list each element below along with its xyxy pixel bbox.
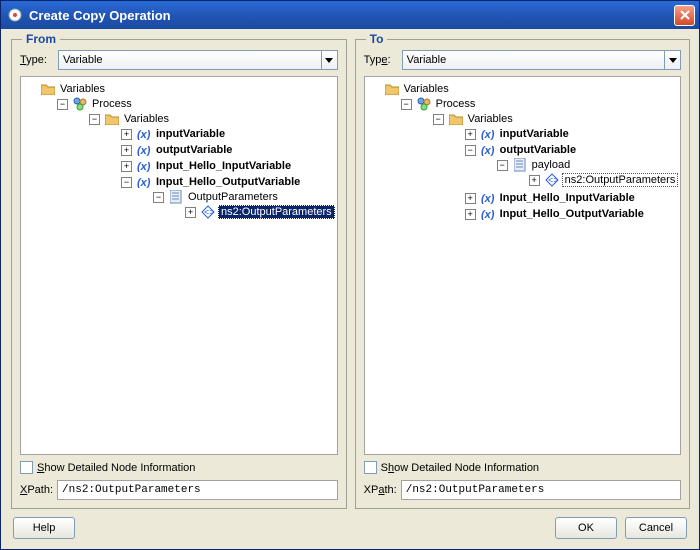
part-icon [168, 190, 184, 204]
svg-text:(x): (x) [137, 129, 151, 140]
close-button[interactable] [674, 5, 695, 26]
tree-node-process[interactable]: − Process − Variables [57, 96, 335, 224]
svg-text:<>: <> [204, 207, 215, 217]
from-panel: From Type: Variable Variabl [11, 39, 347, 509]
expand-toggle[interactable]: + [121, 129, 132, 140]
cancel-button[interactable]: Cancel [625, 517, 687, 539]
collapse-toggle[interactable]: − [401, 99, 412, 110]
tree-node-ns2-to[interactable]: + <> ns2:OutputParameters [529, 172, 679, 188]
variable-icon: (x) [480, 191, 496, 205]
expand-toggle[interactable]: + [465, 193, 476, 204]
dialog-window: Create Copy Operation From Type: Variabl… [0, 0, 700, 550]
tree-node-outputvariable[interactable]: + (x) outputVariable [121, 142, 335, 158]
from-show-detail-label: Show Detailed Node Information [37, 462, 195, 474]
to-show-detail-label: Show Detailed Node Information [381, 462, 539, 474]
from-tree[interactable]: Variables − Process − [20, 76, 338, 455]
folder-icon [448, 112, 464, 126]
to-show-detail-checkbox[interactable] [364, 461, 377, 474]
element-icon: <> [200, 205, 216, 219]
no-toggle [369, 84, 380, 95]
expand-toggle[interactable]: + [465, 129, 476, 140]
expand-toggle[interactable]: + [185, 207, 196, 218]
collapse-toggle[interactable]: − [465, 145, 476, 156]
tree-node-outhello[interactable]: − (x) Input_Hello_OutputVariable − [121, 174, 335, 222]
title-bar[interactable]: Create Copy Operation [1, 1, 699, 29]
to-title: To [366, 32, 388, 46]
app-icon [7, 7, 23, 23]
tree-node-inputvariable[interactable]: + (x) inputVariable [465, 126, 679, 142]
folder-icon [40, 82, 56, 96]
tree-node-variables-inner[interactable]: − Variables + (x) [433, 111, 679, 223]
from-type-select[interactable]: Variable [58, 50, 338, 70]
tree-node-outhello[interactable]: + (x) Input_Hello_OutputVariable [465, 206, 679, 222]
expand-toggle[interactable]: + [529, 175, 540, 186]
from-type-value: Variable [63, 54, 103, 66]
variable-icon: (x) [136, 143, 152, 157]
tree-node-variables-root[interactable]: Variables − Process − [369, 81, 679, 225]
to-panel: To Type: Variable Variables [355, 39, 691, 509]
to-type-select[interactable]: Variable [402, 50, 682, 70]
no-toggle [25, 84, 36, 95]
tree-node-ns2-from[interactable]: + <> ns2:OutputParameters [185, 204, 335, 220]
collapse-toggle[interactable]: − [57, 99, 68, 110]
svg-text:(x): (x) [137, 177, 151, 188]
collapse-toggle[interactable]: − [497, 160, 508, 171]
svg-text:<>: <> [548, 175, 559, 185]
from-xpath-label: XPath: [20, 484, 53, 496]
tree-node-inhello[interactable]: + (x) Input_Hello_InputVariable [121, 158, 335, 174]
dropdown-arrow-icon [321, 51, 337, 69]
dropdown-arrow-icon [664, 51, 680, 69]
tree-node-variables-inner[interactable]: − Variables + (x) [89, 111, 335, 223]
window-title: Create Copy Operation [29, 8, 171, 23]
from-xpath-input[interactable]: /ns2:OutputParameters [57, 480, 338, 500]
variable-icon: (x) [136, 159, 152, 173]
to-tree[interactable]: Variables − Process − [364, 76, 682, 455]
tree-node-process[interactable]: − Process − Variables [401, 96, 679, 224]
variable-icon: (x) [480, 127, 496, 141]
variable-icon: (x) [480, 207, 496, 221]
to-xpath-label: XPath: [364, 484, 397, 496]
svg-text:(x): (x) [137, 145, 151, 156]
to-xpath-input[interactable]: /ns2:OutputParameters [401, 480, 682, 500]
process-icon [416, 97, 432, 111]
folder-icon [104, 112, 120, 126]
help-button[interactable]: Help [13, 517, 75, 539]
element-icon: <> [544, 173, 560, 187]
tree-node-outputparameters[interactable]: − OutputParameters + [153, 189, 335, 221]
collapse-toggle[interactable]: − [433, 114, 444, 125]
svg-text:(x): (x) [481, 193, 495, 204]
close-icon [680, 10, 690, 20]
ok-button[interactable]: OK [555, 517, 617, 539]
variable-icon: (x) [136, 175, 152, 189]
expand-toggle[interactable]: + [465, 209, 476, 220]
svg-text:(x): (x) [481, 145, 495, 156]
from-type-label: Type: [20, 54, 52, 66]
from-show-detail-checkbox[interactable] [20, 461, 33, 474]
expand-toggle[interactable]: + [121, 161, 132, 172]
svg-text:(x): (x) [481, 129, 495, 140]
collapse-toggle[interactable]: − [89, 114, 100, 125]
from-title: From [22, 32, 60, 46]
expand-toggle[interactable]: + [121, 145, 132, 156]
tree-node-payload[interactable]: − payload + [497, 157, 679, 189]
button-bar: Help OK Cancel [11, 517, 689, 541]
collapse-toggle[interactable]: − [121, 177, 132, 188]
process-icon [72, 97, 88, 111]
tree-node-outputvariable[interactable]: − (x) outputVariable − [465, 142, 679, 190]
to-type-value: Variable [407, 54, 447, 66]
part-icon [512, 158, 528, 172]
variable-icon: (x) [480, 143, 496, 157]
tree-node-inhello[interactable]: + (x) Input_Hello_InputVariable [465, 190, 679, 206]
svg-text:(x): (x) [481, 209, 495, 220]
to-type-label: Type: [364, 54, 396, 66]
collapse-toggle[interactable]: − [153, 192, 164, 203]
svg-text:(x): (x) [137, 161, 151, 172]
folder-icon [384, 82, 400, 96]
tree-node-inputvariable[interactable]: + (x) inputVariable [121, 126, 335, 142]
variable-icon: (x) [136, 127, 152, 141]
tree-node-variables-root[interactable]: Variables − Process − [25, 81, 335, 225]
